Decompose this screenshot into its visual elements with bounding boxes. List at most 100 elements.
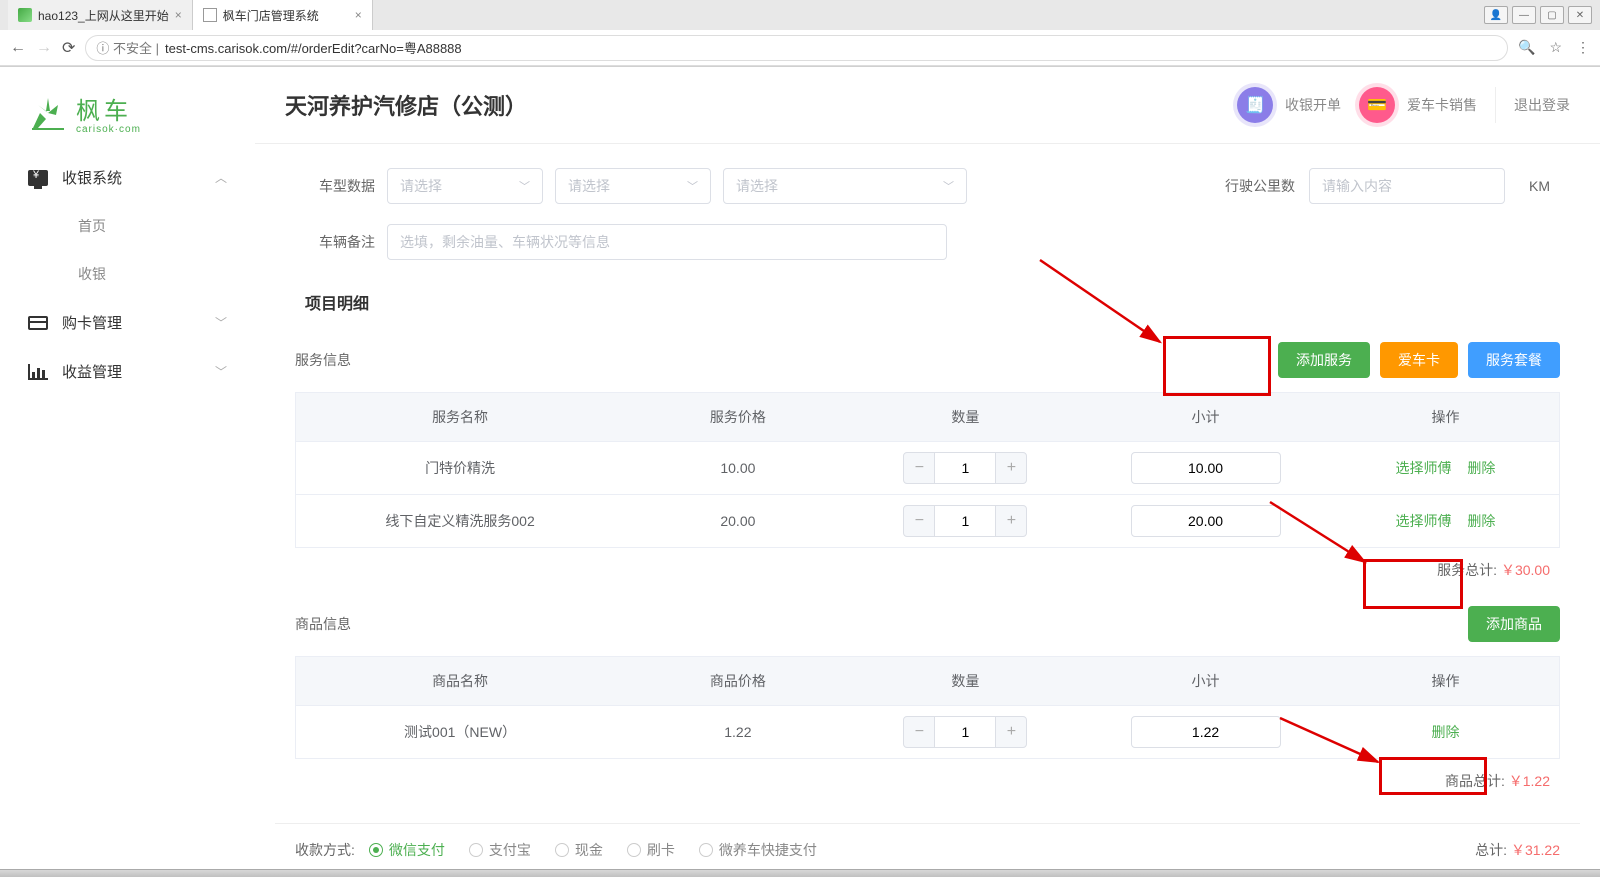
mileage-input[interactable] [1309,168,1505,204]
subtotal-input[interactable] [1131,505,1281,537]
mileage-label: 行驶公里数 [1215,176,1295,196]
search-icon[interactable]: 🔍 [1518,39,1535,56]
qty-plus-button[interactable]: + [995,505,1027,537]
add-product-button[interactable]: 添加商品 [1468,606,1560,642]
tab-title: hao123_上网从这里开始 [38,7,169,24]
qty-plus-button[interactable]: + [995,452,1027,484]
close-icon[interactable]: × [355,8,362,22]
payment-option-alipay[interactable]: 支付宝 [469,840,531,860]
payment-option-wechat[interactable]: 微信支付 [369,840,445,860]
th-name: 商品名称 [296,657,625,706]
maximize-icon[interactable]: ▢ [1540,6,1564,24]
cell-subtotal [1079,495,1332,548]
tab-title: 枫车门店管理系统 [223,7,319,24]
qty-input[interactable] [935,505,995,537]
radio-icon [699,843,713,857]
close-window-icon[interactable]: ✕ [1568,6,1592,24]
chevron-down-icon: ﹀ [215,314,227,331]
card-sale-icon: 💳 [1359,87,1395,123]
header-action-label: 收银开单 [1285,95,1341,115]
payment-option-wyc[interactable]: 微养车快捷支付 [699,840,817,860]
cell-name: 测试001（NEW） [296,706,625,759]
sidebar-item-card-mgmt[interactable]: 购卡管理 ﹀ [0,298,255,347]
header-action-card-sale[interactable]: 💳 爱车卡销售 [1359,87,1477,123]
radio-icon [369,843,383,857]
reload-button[interactable]: ⟳ [62,38,75,58]
delete-link[interactable]: 删除 [1467,513,1495,529]
favicon-icon [18,8,32,22]
product-total-amount: ￥1.22 [1509,773,1550,789]
browser-chrome: hao123_上网从这里开始 × 枫车门店管理系统 × 👤 — ▢ ✕ ← → … [0,0,1600,67]
back-button[interactable]: ← [10,39,26,57]
th-price: 服务价格 [624,393,852,442]
grand-total-amount: ￥31.22 [1511,842,1560,858]
payment-option-card[interactable]: 刷卡 [627,840,675,860]
th-ops: 操作 [1332,393,1560,442]
subtotal-input[interactable] [1131,452,1281,484]
sidebar-item-home[interactable]: 首页 [0,202,255,250]
service-pkg-button[interactable]: 服务套餐 [1468,342,1560,378]
menu-icon[interactable]: ⋮ [1576,39,1590,56]
logo[interactable]: 枫车 carisok·com [0,77,255,153]
content: 车型数据 请选择﹀ 请选择﹀ 请选择﹀ 行驶公里数 KM 车辆备注 项目明细 服… [255,144,1600,869]
taskbar [0,869,1600,877]
cell-price: 10.00 [624,442,852,495]
service-info-label: 服务信息 [295,350,351,370]
product-table: 商品名称 商品价格 数量 小计 操作 测试001（NEW） 1.22 − [295,656,1560,759]
logout-label: 退出登录 [1514,95,1570,115]
qty-input[interactable] [935,716,995,748]
sidebar-item-label: 收银系统 [62,167,122,188]
security-warning: ⓘ 不安全 | [96,38,159,57]
qty-minus-button[interactable]: − [903,452,935,484]
table-row: 门特价精洗 10.00 − + 选择师傅 删除 [296,442,1560,495]
cell-subtotal [1079,442,1332,495]
qty-minus-button[interactable]: − [903,505,935,537]
sidebar-item-label: 收益管理 [62,361,122,382]
cell-ops: 选择师傅 删除 [1332,495,1560,548]
tab-bar: hao123_上网从这里开始 × 枫车门店管理系统 × 👤 — ▢ ✕ [0,0,1600,30]
remark-input[interactable] [387,224,947,260]
radio-icon [555,843,569,857]
chart-icon [28,364,48,380]
delete-link[interactable]: 删除 [1431,724,1459,740]
tab-active[interactable]: 枫车门店管理系统 × [193,0,373,30]
address-bar[interactable]: ⓘ 不安全 | test-cms.carisok.com/#/orderEdit… [85,35,1508,61]
payment-option-cash[interactable]: 现金 [555,840,603,860]
delete-link[interactable]: 删除 [1467,460,1495,476]
logout-button[interactable]: 退出登录 [1514,95,1570,115]
car-model-select-1[interactable]: 请选择﹀ [387,168,543,204]
select-master-link[interactable]: 选择师傅 [1396,513,1452,529]
select-master-link[interactable]: 选择师傅 [1396,460,1452,476]
close-icon[interactable]: × [175,8,182,22]
tab-hao123[interactable]: hao123_上网从这里开始 × [8,0,193,30]
payment-row: 收款方式: 微信支付 支付宝 现金 刷卡 微养车快捷支付 总计: ￥31.22 [275,823,1580,869]
cell-name: 线下自定义精洗服务002 [296,495,625,548]
service-total-amount: ￥30.00 [1501,562,1550,578]
sidebar-item-revenue-mgmt[interactable]: 收益管理 ﹀ [0,347,255,396]
cell-qty: − + [852,495,1080,548]
car-model-select-2[interactable]: 请选择﹀ [555,168,711,204]
section-title-detail: 项目明细 [275,270,1580,328]
bookmark-icon[interactable]: ☆ [1549,39,1562,56]
table-row: 测试001（NEW） 1.22 − + 删除 [296,706,1560,759]
logo-domain: carisok·com [76,124,141,135]
qty-minus-button[interactable]: − [903,716,935,748]
chevron-down-icon: ﹀ [215,363,227,380]
minimize-icon[interactable]: — [1512,6,1536,24]
chevron-down-icon: ﹀ [943,178,954,194]
chevron-up-icon: ︿ [215,169,227,186]
subtotal-input[interactable] [1131,716,1281,748]
user-icon[interactable]: 👤 [1484,6,1508,24]
sidebar-item-cashier[interactable]: 收银 [0,250,255,298]
qty-plus-button[interactable]: + [995,716,1027,748]
header-action-label: 爱车卡销售 [1407,95,1477,115]
header-action-cashier[interactable]: 🧾 收银开单 [1237,87,1341,123]
remark-label: 车辆备注 [305,232,375,252]
th-ops: 操作 [1332,657,1560,706]
qty-input[interactable] [935,452,995,484]
sidebar-item-cash-system[interactable]: 收银系统 ︿ [0,153,255,202]
add-service-button[interactable]: 添加服务 [1278,342,1370,378]
love-card-button[interactable]: 爱车卡 [1380,342,1458,378]
car-model-select-3[interactable]: 请选择﹀ [723,168,967,204]
payment-label: 收款方式: [295,840,355,860]
